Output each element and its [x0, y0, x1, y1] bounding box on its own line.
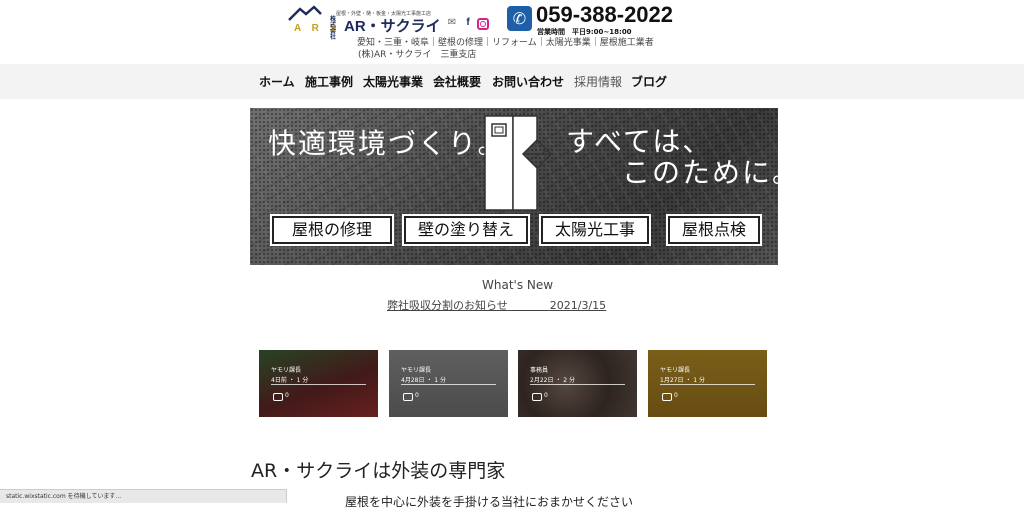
card-comment-count: 0 [674, 392, 678, 399]
card-meta: 1月27日 ・ 1 分 [660, 377, 705, 384]
card-author: ヤモリ課長 [660, 367, 691, 374]
roof-inspection-button[interactable]: 屋根点検 [668, 216, 760, 244]
hero-banner: 快適環境づくり。 すべては、 このために。 屋根の修理 壁の塗り替え 太陽光工事… [250, 108, 778, 265]
blog-card[interactable]: 事務員 2月22日 ・ 2 分 0 [518, 350, 637, 417]
comment-icon [662, 393, 672, 401]
nav-blog[interactable]: ブログ [631, 73, 667, 90]
whats-new-title: What's New [482, 278, 554, 292]
card-author: 事務員 [530, 367, 549, 374]
hero-left-text: 快適環境づくり。 [268, 127, 508, 160]
wall-painting-button[interactable]: 壁の塗り替え [404, 216, 528, 244]
hero-right-text-line2: このために。 [622, 156, 778, 189]
card-divider [530, 384, 625, 385]
comment-icon [403, 393, 413, 401]
card-comment-count: 0 [415, 392, 419, 399]
section-intro-text: 屋根を中心に外装を手掛ける当社におまかせください [345, 495, 634, 509]
blog-card[interactable]: ヤモリ課長 4日前 ・ 1 分 0 [259, 350, 378, 417]
nav-works[interactable]: 施工事例 [305, 73, 353, 90]
instagram-icon[interactable] [477, 18, 489, 30]
browser-status-bar: static.wixstatic.com を待機しています... [0, 489, 287, 503]
phone-number[interactable]: 059-388-2022 [536, 2, 673, 28]
logo-kabushiki: 株式会社 [330, 16, 337, 41]
company-logo[interactable]: 屋根・外壁・樋・板金・太陽光工事施工店 A R S 株式会社 AR・サクライ [288, 3, 441, 41]
solar-work-button[interactable]: 太陽光工事 [541, 216, 649, 244]
facebook-icon[interactable]: f [462, 17, 474, 29]
blog-card[interactable]: ヤモリ課長 1月27日 ・ 1 分 0 [648, 350, 767, 417]
nav-company[interactable]: 会社概要 [433, 73, 481, 90]
card-divider [660, 384, 755, 385]
comment-icon [273, 393, 283, 401]
roof-repair-button[interactable]: 屋根の修理 [272, 216, 392, 244]
card-meta: 2月22日 ・ 2 分 [530, 377, 575, 384]
logo-company-name: AR・サクライ [344, 18, 441, 35]
card-author: ヤモリ課長 [401, 367, 432, 374]
news-item-link[interactable]: 弊社吸収分割のお知らせ 2021/3/15 [387, 297, 606, 313]
blog-card[interactable]: ヤモリ課長 4月28日 ・ 1 分 0 [389, 350, 508, 417]
section-title: AR・サクライは外装の専門家 [251, 460, 506, 482]
card-meta: 4月28日 ・ 1 分 [401, 377, 446, 384]
comment-icon [532, 393, 542, 401]
roof-logo-icon [288, 5, 322, 21]
card-comment-count: 0 [544, 392, 548, 399]
card-meta: 4日前 ・ 1 分 [271, 377, 309, 384]
nav-home[interactable]: ホーム [259, 73, 295, 90]
news-item-date: 2021/3/15 [549, 299, 607, 312]
phone-icon[interactable]: ✆ [507, 6, 532, 31]
card-comment-count: 0 [285, 392, 289, 399]
card-divider [401, 384, 496, 385]
door-logo-icon [484, 115, 553, 211]
nav-contact[interactable]: お問い合わせ [492, 73, 564, 90]
nav-solar[interactable]: 太陽光事業 [363, 73, 423, 90]
card-author: ヤモリ課長 [271, 367, 302, 374]
main-navigation: ホーム 施工事例 太陽光事業 会社概要 お問い合わせ 採用情報 ブログ [0, 64, 1024, 99]
mail-icon[interactable]: ✉ [446, 17, 458, 29]
card-divider [271, 384, 366, 385]
nav-recruit[interactable]: 採用情報 [574, 73, 622, 90]
branch-name: (株)AR・サクライ 三重支店 [358, 50, 477, 60]
news-item-text: 弊社吸収分割のお知らせ [387, 299, 508, 312]
